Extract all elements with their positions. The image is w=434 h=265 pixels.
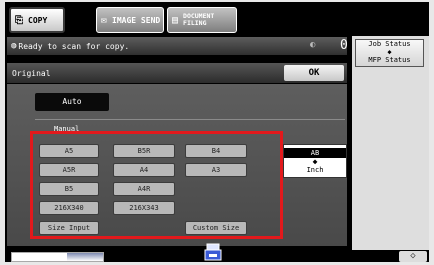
original-title: Original [12, 68, 51, 78]
original-panel: Auto Manual A5 B5R B4 A5R A4 A3 B5 A4R 2… [7, 84, 347, 246]
copy-icon: ⎘ [15, 14, 23, 26]
bottom-bar: ◇ [5, 243, 429, 262]
tab-image-send-label: IMAGE SEND [112, 15, 161, 25]
progress-bar [11, 252, 104, 262]
image-send-icon: ✉ [101, 14, 108, 26]
ok-button[interactable]: OK [284, 65, 344, 81]
tab-document-filing[interactable]: ▤ DOCUMENT FILING [167, 7, 237, 33]
right-panel: Job Status ◆ MFP Status [352, 36, 429, 250]
unit-toggle-button[interactable]: AB ◆ Inch [283, 144, 347, 178]
unit-toggle-icon: ◆ [312, 157, 318, 166]
highlight-box [30, 131, 283, 239]
progress-fill [12, 253, 67, 261]
job-status-label: Job Status [368, 40, 411, 48]
tab-image-send[interactable]: ✉ IMAGE SEND [96, 7, 164, 33]
divider [35, 119, 345, 120]
tab-copy-label: COPY [28, 15, 48, 25]
copy-count: 0 [340, 38, 348, 53]
tab-copy[interactable]: ⎘ COPY [9, 7, 65, 33]
job-status-button[interactable]: Job Status ◆ MFP Status [355, 39, 424, 67]
tab-document-filing-label: DOCUMENT FILING [183, 13, 214, 27]
mfp-status-label: MFP Status [368, 56, 411, 64]
job-status-toggle-icon: ◆ [387, 48, 392, 56]
mfp-icon[interactable] [203, 242, 223, 262]
copier-screen: ⎘ COPY ✉ IMAGE SEND ▤ DOCUMENT FILING ◍ … [5, 2, 429, 262]
unit-inch-label: Inch [306, 166, 324, 174]
original-header: Original OK [7, 63, 347, 83]
document-filing-icon: ▤ [172, 14, 179, 26]
scanner-icon: ◍ [11, 41, 17, 51]
display-brightness-button[interactable]: ◇ [399, 251, 427, 262]
status-bar: ◍ Ready to scan for copy. ◐ 0 [7, 37, 348, 55]
status-message: Ready to scan for copy. [18, 41, 130, 51]
tab-document-filing-line2: FILING [183, 19, 207, 27]
auto-button[interactable]: Auto [35, 93, 109, 111]
copy-count-icon: ◐ [310, 40, 316, 50]
